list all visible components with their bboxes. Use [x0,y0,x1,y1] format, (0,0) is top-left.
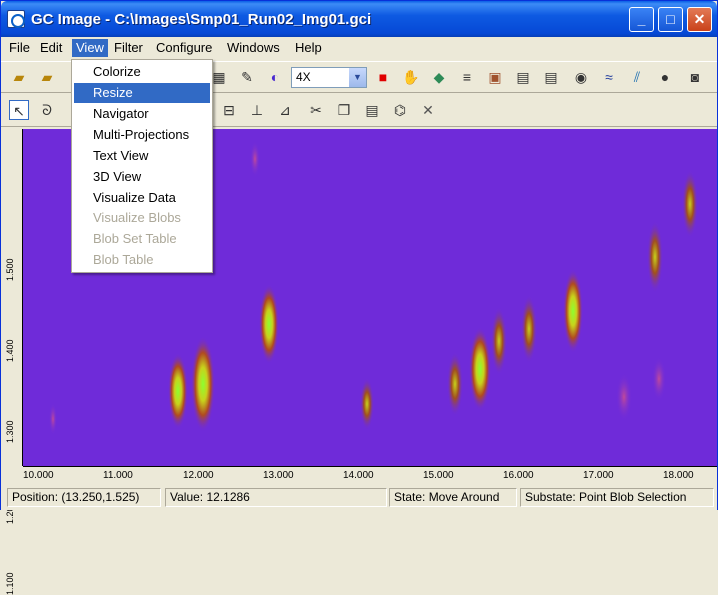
hand-icon[interactable]: ✋ [401,67,421,87]
menu-item-blob-set-table: Blob Set Table [93,231,177,246]
cut-icon[interactable]: ✂ [306,100,326,120]
pointer-icon[interactable]: ↖ [9,100,29,120]
app-window: GC Image - C:\Images\Smp01_Run02_Img01.g… [0,0,718,595]
close-button[interactable]: ✕ [687,7,712,32]
y-tick-label: 1.300 [5,420,15,443]
title-bar[interactable]: GC Image - C:\Images\Smp01_Run02_Img01.g… [1,1,717,37]
x-tick-label: 18.000 [663,470,694,481]
peak-blob[interactable] [259,284,279,364]
eye-icon[interactable]: ◉ [571,67,591,87]
y-tick-label: 1.400 [5,339,15,362]
peak-blob[interactable] [682,170,698,238]
menu-item-colorize[interactable]: Colorize [74,62,210,82]
peak-blob[interactable] [168,353,188,429]
status-bar: Position: (13.250,1.525) Value: 12.1286 … [1,486,717,510]
peak-blob[interactable] [491,307,507,375]
menu-item-text-view[interactable]: Text View [74,146,210,166]
menu-view[interactable]: View [72,39,108,57]
menu-filter[interactable]: Filter [110,39,147,57]
x-tick-label: 13.000 [263,470,294,481]
maximize-button[interactable]: □ [658,7,683,32]
save-folder-icon[interactable]: ▰ [37,67,57,87]
y-axis: 1.500 1.400 1.300 1.200 1.100 [3,129,23,595]
x-tick-label: 15.000 [423,470,454,481]
x-tick-label: 12.000 [183,470,214,481]
chevron-down-icon[interactable]: ▼ [349,68,366,87]
copy-icon[interactable]: ❐ [334,100,354,120]
colorize-icon[interactable]: ◐ [265,67,285,87]
peak-blob[interactable] [647,221,663,293]
tool-a-icon[interactable]: ⊟ [219,100,239,120]
menu-windows[interactable]: Windows [223,39,284,57]
peak-blob[interactable] [521,295,537,363]
view-menu-dropdown: Colorize Resize Navigator Multi-Projecti… [71,59,213,273]
delete-icon[interactable]: ✕ [418,100,438,120]
stamp-icon[interactable]: ⊥ [247,100,267,120]
menu-bar: File Edit View Filter Configure Windows … [1,37,717,59]
menu-item-visualize-blobs: Visualize Blobs [93,210,181,225]
menu-item-navigator[interactable]: Navigator [74,104,210,124]
zoom-select[interactable]: 4X ▼ [291,67,367,88]
menu-configure[interactable]: Configure [152,39,216,57]
status-value: Value: 12.1286 [165,488,387,507]
y-tick-label: 1.100 [5,572,15,595]
x-tick-label: 14.000 [343,470,374,481]
open-folder-icon[interactable]: ▰ [9,67,29,87]
x-tick-label: 16.000 [503,470,534,481]
menu-help[interactable]: Help [291,39,326,57]
molecule-icon[interactable]: ⌬ [390,100,410,120]
cube-icon[interactable]: ▣ [485,67,505,87]
multi-icon[interactable]: ⫽ [627,67,647,87]
y-tick-label: 1.500 [5,258,15,281]
menu-file[interactable]: File [5,39,34,57]
menu-item-resize[interactable]: Resize [74,83,210,103]
peak-blob[interactable] [49,403,57,435]
peak-blob[interactable] [191,336,215,432]
window-title: GC Image - C:\Images\Smp01_Run02_Img01.g… [31,11,372,28]
stop-icon[interactable]: ■ [373,67,393,87]
menu-item-multi-projections[interactable]: Multi-Projections [74,125,210,145]
lines-icon[interactable]: ≡ [457,67,477,87]
table2-icon[interactable]: ▤ [541,67,561,87]
x-tick-label: 17.000 [583,470,614,481]
minimize-button[interactable]: _ [629,7,654,32]
peak-blob[interactable] [563,269,583,353]
status-state: State: Move Around [389,488,517,507]
x-axis: 10.000 11.000 12.000 13.000 14.000 15.00… [23,466,717,484]
pencil-icon[interactable]: ✎ [237,67,257,87]
status-substate: Substate: Point Blob Selection [520,488,714,507]
menu-item-blob-table: Blob Table [93,252,154,267]
menu-item-3d-view[interactable]: 3D View [74,167,210,187]
table-icon[interactable]: ▤ [513,67,533,87]
peak-blob[interactable] [447,352,463,416]
peak-blob[interactable] [616,373,632,421]
app-icon[interactable] [7,10,25,28]
lasso-icon[interactable]: ᘐ [37,100,57,120]
blob-icon[interactable]: ● [655,67,675,87]
profile-icon[interactable]: ≈ [599,67,619,87]
zoom-value: 4X [296,70,311,84]
peak-blob[interactable] [469,327,491,411]
peak-blob[interactable] [360,378,374,430]
tool-b-icon[interactable]: ⊿ [275,100,295,120]
peak-blob[interactable] [250,141,260,177]
x-tick-label: 10.000 [23,470,54,481]
x-tick-label: 11.000 [103,470,133,481]
status-position: Position: (13.250,1.525) [7,488,161,507]
menu-item-visualize-data[interactable]: Visualize Data [74,188,210,208]
layers-icon[interactable]: ◆ [429,67,449,87]
camera-icon[interactable]: ◙ [685,67,705,87]
peak-blob[interactable] [652,357,666,401]
paste-icon[interactable]: ▤ [362,100,382,120]
menu-edit[interactable]: Edit [36,39,66,57]
